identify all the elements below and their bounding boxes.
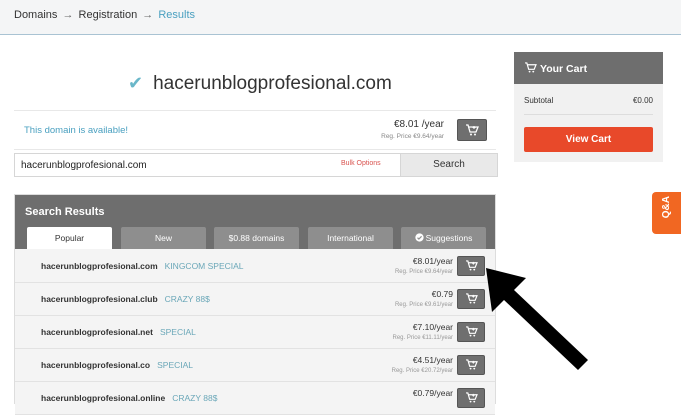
results-title: Search Results <box>25 206 105 218</box>
tab-suggestions[interactable]: Suggestions <box>401 227 486 249</box>
view-cart-button[interactable]: View Cart <box>524 127 653 152</box>
tab-088-domains[interactable]: $0.88 domains <box>214 227 299 249</box>
cart-icon <box>465 326 478 337</box>
tab-new[interactable]: New <box>121 227 206 249</box>
qa-label: Q&A <box>661 196 672 219</box>
result-price: €0.79/year <box>412 388 453 398</box>
tab-international[interactable]: International <box>308 227 393 249</box>
result-domain: hacerunblogprofesional.club CRAZY 88$ <box>41 294 210 304</box>
result-reg-price: Reg. Price €20.72/year <box>391 368 453 374</box>
result-domain-text: hacerunblogprofesional.com <box>41 261 158 271</box>
domain-title: ✔ hacerunblogprofesional.com <box>128 73 392 95</box>
result-tag: KINGCOM SPECIAL <box>164 261 244 271</box>
cart-icon <box>525 62 537 73</box>
cart-header: Your Cart <box>514 52 663 84</box>
result-reg-price: Reg. Price €9.61/year <box>394 302 453 308</box>
breadcrumb-separator: → <box>62 9 74 21</box>
result-row: hacerunblogprofesional.club CRAZY 88$ €0.… <box>15 283 495 316</box>
cart-title-text: Your Cart <box>540 63 588 75</box>
breadcrumb-results: Results <box>158 9 196 21</box>
results-header: Search Results Popular New $0.88 domains… <box>15 195 495 249</box>
domain-price: €8.01 /year <box>393 119 444 130</box>
domain-name: hacerunblogprofesional.com <box>153 73 392 94</box>
top-bar: Domains → Registration → Results <box>0 0 681 35</box>
cart-icon <box>465 260 478 271</box>
result-domain-text: hacerunblogprofesional.club <box>41 294 158 304</box>
arrow-annotation-icon <box>486 268 588 370</box>
result-tag: CRAZY 88$ <box>164 294 210 304</box>
result-price: €4.51/year <box>412 355 453 365</box>
result-row: hacerunblogprofesional.net SPECIAL €7.10/… <box>15 316 495 349</box>
breadcrumb-separator: → <box>142 9 154 21</box>
search-results-panel: Search Results Popular New $0.88 domains… <box>14 194 496 415</box>
tab-label: $0.88 domains <box>228 233 285 243</box>
check-icon: ✔ <box>128 73 144 93</box>
divider <box>524 114 653 115</box>
check-circle-icon <box>414 233 424 242</box>
result-domain: hacerunblogprofesional.co SPECIAL <box>41 360 193 370</box>
search-button[interactable]: Search <box>400 154 497 176</box>
result-domain: hacerunblogprofesional.net SPECIAL <box>41 327 196 337</box>
breadcrumb-domains[interactable]: Domains <box>14 9 57 21</box>
result-tag: SPECIAL <box>157 360 194 370</box>
search-bar: Bulk Options Search <box>14 153 498 177</box>
result-domain-text: hacerunblogprofesional.co <box>41 360 151 370</box>
result-reg-price: Reg. Price €9.64/year <box>394 269 453 275</box>
result-row: hacerunblogprofesional.co SPECIAL €4.51/y… <box>15 349 495 382</box>
cart-title: Your Cart <box>524 62 587 75</box>
result-reg-price: Reg. Price €11.11/year <box>392 335 453 341</box>
result-price: €8.01/year <box>412 256 453 266</box>
bulk-options-link[interactable]: Bulk Options <box>341 160 381 167</box>
availability-message: This domain is available! <box>24 125 129 136</box>
cart-panel: Your Cart Subtotal €0.00 View Cart <box>514 52 663 162</box>
availability-row: This domain is available! €8.01 /year Re… <box>14 110 496 150</box>
result-domain-text: hacerunblogprofesional.net <box>41 327 153 337</box>
search-input[interactable] <box>15 154 395 176</box>
tab-label: Popular <box>54 233 85 243</box>
result-tag: SPECIAL <box>159 327 196 337</box>
tab-label: New <box>154 233 172 243</box>
breadcrumb-registration[interactable]: Registration <box>79 9 138 21</box>
result-row: hacerunblogprofesional.com KINGCOM SPECIA… <box>15 250 495 283</box>
cart-icon <box>466 124 479 136</box>
qa-tab[interactable]: Q&A <box>652 192 681 234</box>
breadcrumb: Domains → Registration → Results <box>14 9 195 21</box>
subtotal-value: €0.00 <box>632 96 653 105</box>
result-price: €0.79 <box>431 289 453 299</box>
tab-popular[interactable]: Popular <box>27 227 112 249</box>
tab-label: International <box>327 233 374 243</box>
result-row: hacerunblogprofesional.online CRAZY 88$ €… <box>15 382 495 415</box>
subtotal-label: Subtotal <box>524 96 554 105</box>
cart-icon <box>465 392 478 403</box>
add-to-cart-button[interactable] <box>457 119 487 141</box>
result-price: €7.10/year <box>412 322 453 332</box>
add-to-cart-button[interactable] <box>457 388 485 408</box>
cart-icon <box>465 359 478 370</box>
domain-reg-price: Reg. Price €9.64/year <box>381 133 444 140</box>
tab-label: Suggestions <box>425 233 473 243</box>
cart-icon <box>465 293 478 304</box>
result-domain: hacerunblogprofesional.com KINGCOM SPECIA… <box>41 261 244 271</box>
